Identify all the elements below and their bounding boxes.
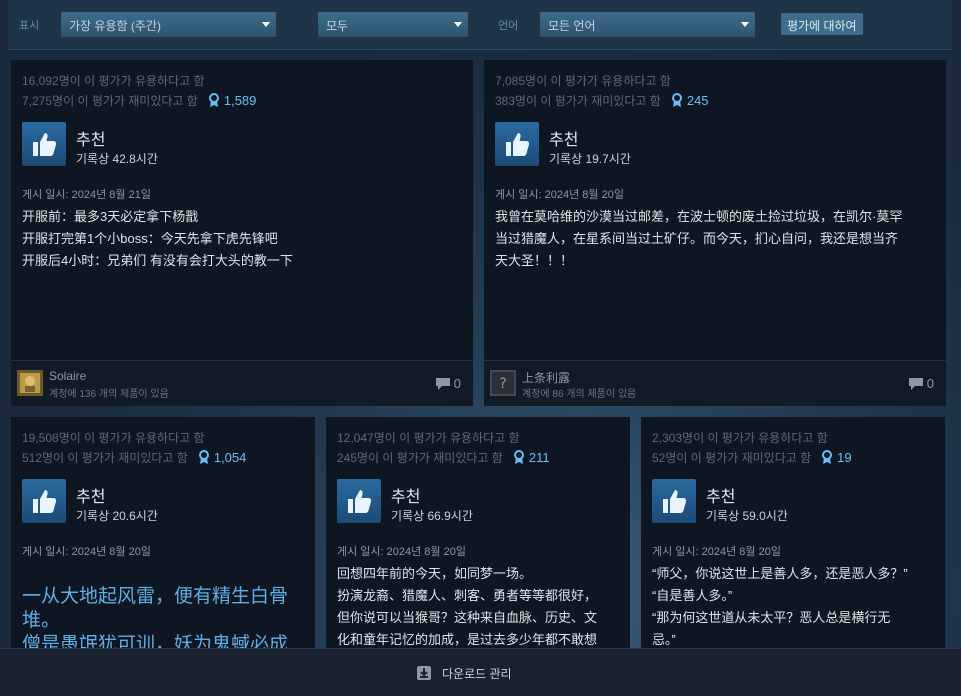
review-text: 一从大地起风雷，便有精生白骨 堆。 僧是愚氓犹可训，妖为鬼蜮必成 <box>22 586 289 649</box>
vote-counts: 19,508명이 이 평가가 유용하다고 함 512명이 이 평가가 재미있다고… <box>22 428 246 468</box>
comment-icon <box>908 378 923 390</box>
display-label: 표시 <box>19 20 40 32</box>
review-text: “师父，你说这世上是善人多，还是恶人多？” “自是善人多。” “那为何这世道从未… <box>652 566 908 647</box>
award-icon <box>198 450 209 464</box>
display-dropdown[interactable]: 가장 유용함 (주간) <box>61 12 276 37</box>
display-dropdown-value: 가장 유용함 (주간) <box>69 19 161 33</box>
author-name[interactable]: 上条利露 <box>522 369 570 386</box>
thumbs-up-icon <box>495 122 539 166</box>
svg-text:?: ? <box>499 376 506 392</box>
chevron-down-icon <box>262 22 270 27</box>
posted-date: 게시 일시: 2024년 8월 20일 <box>337 546 466 558</box>
award-count[interactable]: 1,054 <box>198 450 246 465</box>
avatar[interactable]: ? <box>490 370 516 396</box>
review-text: 开服前：最多3天必定拿下杨戬 开服打完第1个小boss：今天先拿下虎先锋吧 开服… <box>22 209 293 268</box>
recommendation-label: 추천 <box>76 132 106 149</box>
helpful-count: 19,508명이 이 평가가 유용하다고 함 <box>22 431 205 445</box>
award-count[interactable]: 245 <box>671 93 709 108</box>
type-dropdown[interactable]: 모두 <box>318 12 468 37</box>
recommendation-label: 추천 <box>549 132 579 149</box>
thumbs-up-icon <box>22 122 66 166</box>
comment-icon <box>435 378 450 390</box>
review-footer: ? 上条利露 계정에 86 개의 제품이 있음 0 <box>484 360 946 406</box>
language-label: 언어 <box>498 20 519 32</box>
funny-count: 7,275명이 이 평가가 재미있다고 함 <box>22 94 198 108</box>
download-label: 다운로드 관리 <box>442 667 512 681</box>
recommendation-label: 추천 <box>76 489 106 506</box>
review-footer: Solaire 계정에 136 개의 제품이 있음 0 <box>11 360 473 406</box>
funny-count: 383명이 이 평가가 재미있다고 함 <box>495 94 661 108</box>
funny-count: 52명이 이 평가가 재미있다고 함 <box>652 451 812 465</box>
author-name[interactable]: Solaire <box>49 369 86 383</box>
hours-played: 기록상 19.7시간 <box>549 152 631 166</box>
vote-counts: 2,303명이 이 평가가 유용하다고 함 52명이 이 평가가 재미있다고 함… <box>652 428 852 468</box>
posted-date: 게시 일시: 2024년 8월 20일 <box>652 546 781 558</box>
award-count[interactable]: 19 <box>821 450 852 465</box>
helpful-count: 7,085명이 이 평가가 유용하다고 함 <box>495 74 671 88</box>
review-text: 我曾在莫哈维的沙漠当过邮差，在波士顿的废土捡过垃圾，在凯尔·莫罕 当过猎魔人，在… <box>495 209 903 268</box>
manage-downloads-button[interactable]: 다운로드 관리 <box>416 665 512 682</box>
helpful-count: 16,092명이 이 평가가 유용하다고 함 <box>22 74 205 88</box>
bottom-bar: 다운로드 관리 <box>0 648 961 696</box>
recommendation-label: 추천 <box>706 489 736 506</box>
review-card[interactable]: 19,508명이 이 평가가 유용하다고 함 512명이 이 평가가 재미있다고… <box>11 417 315 649</box>
posted-date: 게시 일시: 2024년 8월 21일 <box>22 189 151 201</box>
hours-played: 기록상 20.6시간 <box>76 509 158 523</box>
award-icon <box>513 450 524 464</box>
review-card[interactable]: 7,085명이 이 평가가 유용하다고 함 383명이 이 평가가 재미있다고 … <box>484 60 946 406</box>
comment-count[interactable]: 0 <box>908 376 934 391</box>
hours-played: 기록상 42.8시간 <box>76 152 158 166</box>
review-text: 回想四年前的今天，如同梦一场。 扮演龙裔、猎魔人、刺客、勇者等等都很好， 但你说… <box>337 566 598 647</box>
thumbs-up-icon <box>652 479 696 523</box>
hours-played: 기록상 59.0시간 <box>706 509 788 523</box>
funny-count: 245명이 이 평가가 재미있다고 함 <box>337 451 503 465</box>
recommendation-label: 추천 <box>391 489 421 506</box>
hours-played: 기록상 66.9시간 <box>391 509 473 523</box>
review-card[interactable]: 2,303명이 이 평가가 유용하다고 함 52명이 이 평가가 재미있다고 함… <box>641 417 945 649</box>
vote-counts: 12,047명이 이 평가가 유용하다고 함 245명이 이 평가가 재미있다고… <box>337 428 550 468</box>
language-dropdown[interactable]: 모든 언어 <box>540 12 755 37</box>
vote-counts: 16,092명이 이 평가가 유용하다고 함 7,275명이 이 평가가 재미있… <box>22 71 256 111</box>
award-icon <box>208 93 219 107</box>
language-dropdown-value: 모든 언어 <box>548 19 596 33</box>
products-owned: 계정에 136 개의 제품이 있음 <box>49 389 169 400</box>
award-count[interactable]: 1,589 <box>208 93 256 108</box>
review-card[interactable]: 16,092명이 이 평가가 유용하다고 함 7,275명이 이 평가가 재미있… <box>11 60 473 406</box>
products-owned: 계정에 86 개의 제품이 있음 <box>522 389 637 400</box>
award-icon <box>671 93 682 107</box>
vote-counts: 7,085명이 이 평가가 유용하다고 함 383명이 이 평가가 재미있다고 … <box>495 71 709 111</box>
review-card[interactable]: 12,047명이 이 평가가 유용하다고 함 245명이 이 평가가 재미있다고… <box>326 417 630 649</box>
award-count[interactable]: 211 <box>513 450 550 465</box>
chevron-down-icon <box>454 22 462 27</box>
posted-date: 게시 일시: 2024년 8월 20일 <box>495 189 624 201</box>
helpful-count: 2,303명이 이 평가가 유용하다고 함 <box>652 431 828 445</box>
thumbs-up-icon <box>337 479 381 523</box>
avatar[interactable] <box>17 370 43 396</box>
chevron-down-icon <box>741 22 749 27</box>
download-icon <box>417 666 431 680</box>
comment-count[interactable]: 0 <box>435 376 461 391</box>
type-dropdown-value: 모두 <box>326 19 349 33</box>
helpful-count: 12,047명이 이 평가가 유용하다고 함 <box>337 431 520 445</box>
funny-count: 512명이 이 평가가 재미있다고 함 <box>22 451 188 465</box>
about-reviews-button[interactable]: 평가에 대하여 <box>781 13 863 35</box>
thumbs-up-icon <box>22 479 66 523</box>
award-icon <box>822 450 833 464</box>
posted-date: 게시 일시: 2024년 8월 20일 <box>22 546 151 558</box>
filter-bar: 표시 가장 유용함 (주간) 모두 언어 모든 언어 평가에 대하여 <box>8 0 952 50</box>
